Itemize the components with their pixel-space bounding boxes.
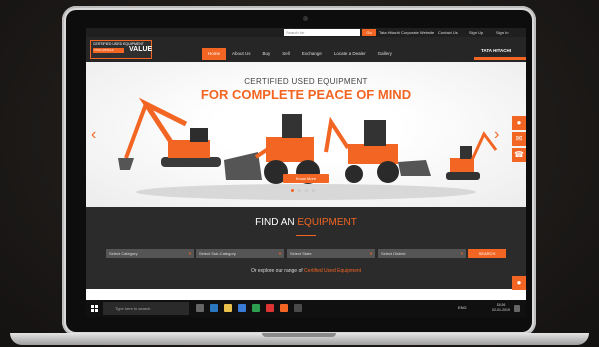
store-icon[interactable] <box>238 304 246 312</box>
equipment-search-button[interactable]: SEARCH <box>468 249 506 258</box>
mini-excavator-machine <box>446 131 498 180</box>
excavator-machine <box>118 97 221 170</box>
edge-browser-icon[interactable] <box>210 304 218 312</box>
select-district-dropdown[interactable]: Select District ▼ <box>378 249 466 258</box>
webcam-icon <box>303 16 308 21</box>
select-category-dropdown[interactable]: Select Category ▼ <box>106 249 194 258</box>
select-category-label: Select Category <box>109 251 138 256</box>
explore-text: Or explore our range of Certified Used E… <box>86 268 526 274</box>
chevron-down-icon: ▼ <box>369 251 373 256</box>
site-search-input[interactable]: Search for <box>284 29 360 36</box>
mail-icon[interactable]: ✉ <box>512 132 526 146</box>
task-view-icon[interactable] <box>196 304 204 312</box>
tata-hitachi-brand: TATA HITACHI <box>481 48 511 53</box>
explore-prefix: Or explore our range of <box>250 268 305 274</box>
carousel-dot-2[interactable] <box>298 189 301 192</box>
find-title-underline <box>296 235 316 236</box>
ground-shadow <box>136 184 476 200</box>
windows-taskbar: Type here to search ENG 15:26 02-01-2019 <box>86 300 526 317</box>
nav-gallery[interactable]: Gallery <box>372 48 398 60</box>
know-more-button[interactable]: Know More <box>283 174 329 183</box>
find-equipment-title: FIND AN EQUIPMENT <box>86 217 526 228</box>
main-nav: Home About Us Buy Sell Exchange Locate a… <box>202 48 398 60</box>
nav-about-us[interactable]: About Us <box>226 48 257 60</box>
site-search-button[interactable]: Go <box>362 29 376 36</box>
logo-mark: VALUE <box>129 46 153 53</box>
nav-buy[interactable]: Buy <box>257 48 277 60</box>
nav-locate-dealer[interactable]: Locate a Dealer <box>328 48 372 60</box>
nav-exchange[interactable]: Exchange <box>296 48 328 60</box>
chevron-down-icon: ▼ <box>188 251 192 256</box>
chrome-icon[interactable] <box>280 304 288 312</box>
taskbar-search-box[interactable]: Type here to search <box>103 302 189 315</box>
nav-sell[interactable]: Sell <box>276 48 296 60</box>
select-subcategory-dropdown[interactable]: Select Sub-Category ▼ <box>196 249 284 258</box>
find-title-prefix: FIND AN <box>255 217 298 228</box>
site-header: CERTIFIED USED EQUIPMENT TATA HITACHI VA… <box>86 37 526 62</box>
nav-home[interactable]: Home <box>202 48 227 60</box>
contact-us-link[interactable]: Contact Us <box>438 29 458 36</box>
laptop-base-notch <box>262 333 336 337</box>
laptop-screen: Search for Go Tata Hitachi Corporate Web… <box>86 28 526 317</box>
site-logo[interactable]: CERTIFIED USED EQUIPMENT TATA HITACHI VA… <box>90 40 152 59</box>
carousel-dot-1[interactable] <box>291 189 294 192</box>
select-state-label: Select State <box>290 251 312 256</box>
equipment-illustration <box>118 97 498 200</box>
language-indicator[interactable]: ENG <box>458 305 467 310</box>
hero-carousel: CERTIFIED USED EQUIPMENT FOR COMPLETE PE… <box>86 62 526 207</box>
carousel-dots <box>291 189 315 192</box>
app-icon[interactable] <box>266 304 274 312</box>
location-pin-icon[interactable]: ● <box>512 276 526 290</box>
find-title-highlight: EQUIPMENT <box>297 217 357 228</box>
certified-used-equipment-link[interactable]: Certified Used Equipment <box>304 268 361 274</box>
logo-brand: TATA HITACHI <box>93 48 124 53</box>
brand-accent-bar <box>474 57 526 60</box>
windows-start-icon[interactable] <box>91 305 98 312</box>
backhoe-loader-machine <box>324 116 431 183</box>
sign-up-link[interactable]: Sign Up <box>469 29 483 36</box>
page-footer-area <box>86 289 526 300</box>
chevron-down-icon: ▼ <box>460 251 464 256</box>
phone-icon[interactable]: ☎ <box>512 148 526 162</box>
chevron-down-icon: ▼ <box>278 251 282 256</box>
corporate-website-link[interactable]: Tata Hitachi Corporate Website <box>379 29 434 36</box>
find-equipment-section: FIND AN EQUIPMENT Select Category ▼ Selec… <box>86 207 526 289</box>
location-pin-icon[interactable]: ● <box>512 116 526 130</box>
notification-icon[interactable] <box>514 305 520 312</box>
file-explorer-icon[interactable] <box>224 304 232 312</box>
carousel-dot-3[interactable] <box>305 189 308 192</box>
taskbar-clock[interactable]: 15:26 02-01-2019 <box>492 303 510 313</box>
utility-bar: Search for Go Tata Hitachi Corporate Web… <box>86 28 526 37</box>
sign-in-link[interactable]: Sign In <box>496 29 508 36</box>
select-district-label: Select District <box>381 251 406 256</box>
app-icon[interactable] <box>252 304 260 312</box>
carousel-dot-4[interactable] <box>312 189 315 192</box>
select-subcategory-label: Select Sub-Category <box>199 251 236 256</box>
select-state-dropdown[interactable]: Select State ▼ <box>287 249 375 258</box>
app-icon[interactable] <box>294 304 302 312</box>
clock-date: 02-01-2019 <box>492 308 510 312</box>
